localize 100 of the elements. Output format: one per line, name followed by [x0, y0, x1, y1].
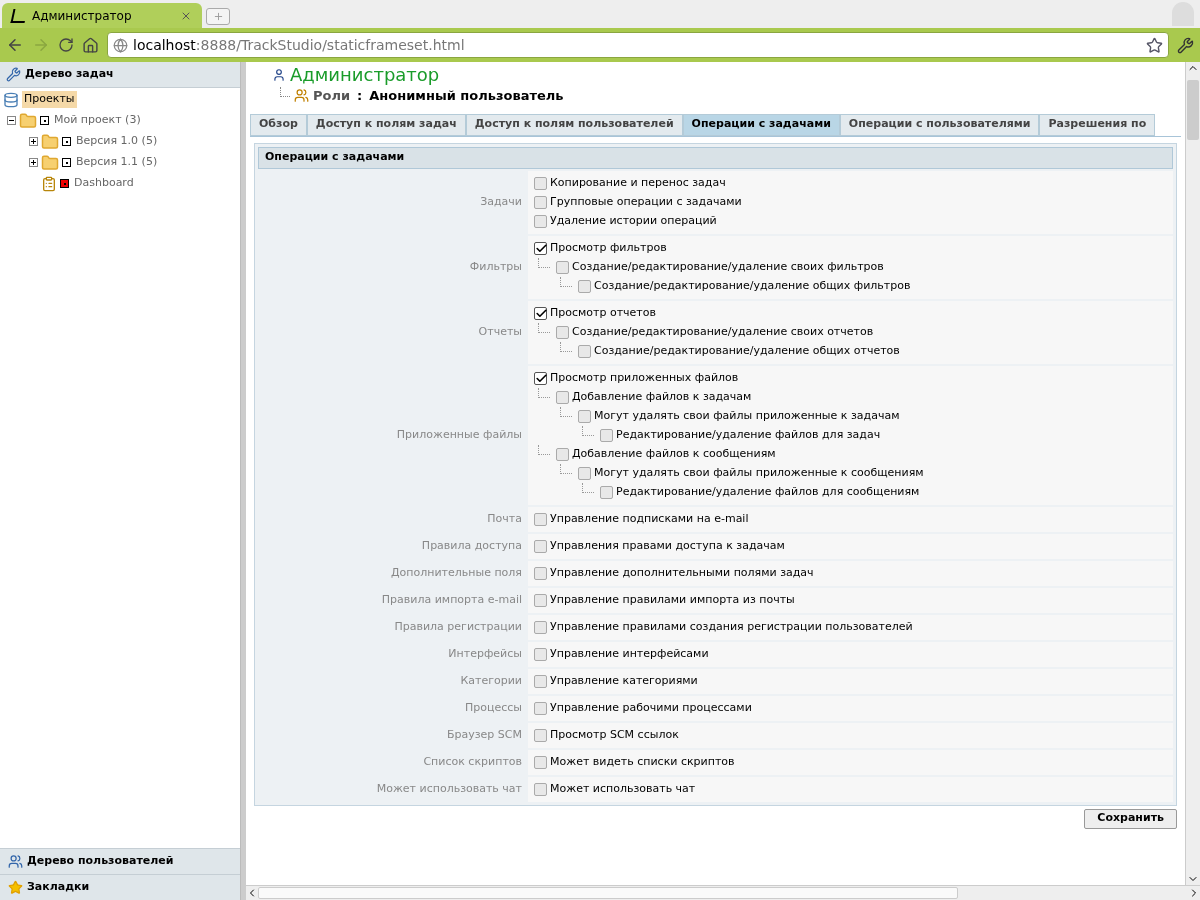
- tab[interactable]: Доступ к полям пользователей: [465, 113, 683, 136]
- checkbox[interactable]: [578, 466, 591, 480]
- back-icon[interactable]: [6, 36, 24, 54]
- checkbox[interactable]: [534, 176, 547, 190]
- group-label: Процессы: [463, 699, 523, 716]
- users-icon: [294, 88, 309, 104]
- checkbox[interactable]: [534, 512, 547, 526]
- permission-label: Управление правилами импорта из почты: [550, 591, 795, 608]
- panel-title: Закладки: [27, 879, 90, 896]
- checkbox[interactable]: [534, 593, 547, 607]
- tools-icon: [6, 67, 21, 82]
- panel-header[interactable]: Закладки: [0, 874, 240, 900]
- vertical-scrollbar[interactable]: [1185, 62, 1200, 885]
- permission-label: Удаление истории операций: [550, 212, 717, 229]
- checkbox[interactable]: [534, 371, 547, 385]
- tab[interactable]: Разрешения по: [1039, 113, 1156, 136]
- checkbox[interactable]: [578, 409, 591, 423]
- group-label: Правила импорта e-mail: [380, 591, 523, 608]
- user-icon: [272, 68, 286, 82]
- checkbox[interactable]: [534, 214, 547, 228]
- permission-label: Создание/редактирование/удаление общих фильтров: [594, 277, 911, 294]
- folder-icon: [19, 111, 37, 130]
- group-label: Категории: [459, 672, 523, 689]
- permission-label: Управление дополнительными полями задач: [550, 564, 814, 581]
- star-icon[interactable]: [1146, 36, 1163, 54]
- checkbox[interactable]: [534, 755, 547, 769]
- group-label: Фильтры: [468, 258, 523, 275]
- checkmark-icon: [535, 371, 548, 385]
- breadcrumb-separator: :: [356, 87, 364, 105]
- address-bar[interactable]: localhost:8888/TrackStudio/staticframeset.html: [107, 32, 1169, 58]
- tree-item[interactable]: Версия 1.0 (5): [74, 133, 160, 150]
- permission-label: Просмотр приложенных файлов: [550, 369, 739, 386]
- database-icon: [3, 91, 19, 108]
- new-tab-button[interactable]: [206, 8, 230, 25]
- checkbox[interactable]: [534, 539, 547, 553]
- checkbox[interactable]: [556, 325, 569, 339]
- tab[interactable]: Доступ к полям задач: [306, 113, 466, 136]
- forward-icon[interactable]: [32, 36, 50, 54]
- reload-icon[interactable]: [58, 37, 74, 53]
- scrollbar-thumb[interactable]: [1187, 80, 1199, 140]
- breadcrumb-link[interactable]: Роли: [313, 86, 351, 106]
- globe-icon: [113, 37, 128, 53]
- checkbox[interactable]: [578, 344, 591, 358]
- permission-label: Просмотр SCM ссылок: [550, 726, 679, 743]
- checkbox[interactable]: [534, 195, 547, 209]
- permission-label: Управления правами доступа к задачам: [550, 537, 785, 554]
- checkbox[interactable]: [534, 620, 547, 634]
- folder-icon: [41, 132, 59, 151]
- scrollbar-thumb[interactable]: [258, 887, 958, 899]
- permission-label: Редактирование/удаление файлов для задач: [616, 426, 881, 443]
- permission-label: Добавление файлов к сообщениям: [572, 445, 776, 462]
- permission-label: Копирование и перенос задач: [550, 174, 726, 191]
- save-button[interactable]: Сохранить: [1084, 808, 1177, 829]
- permission-label: Могут удалять свои файлы приложенные к задачам: [594, 407, 900, 424]
- checkbox[interactable]: [534, 566, 547, 580]
- checkbox[interactable]: [600, 428, 613, 442]
- tab-title: Администратор: [32, 7, 133, 25]
- panel-header[interactable]: Дерево пользователей: [0, 848, 240, 874]
- group-label: Может использовать чат: [375, 780, 523, 797]
- expand-icon[interactable]: [29, 158, 38, 167]
- home-icon[interactable]: [82, 36, 99, 54]
- permission-label: Просмотр фильтров: [550, 239, 667, 256]
- tab[interactable]: Операции с пользователями: [839, 113, 1040, 136]
- permission-label: Может использовать чат: [550, 780, 696, 797]
- expand-icon[interactable]: [29, 137, 38, 146]
- collapse-icon[interactable]: [7, 116, 16, 125]
- page-title: Администратор: [290, 64, 440, 86]
- checkbox[interactable]: [534, 306, 547, 320]
- checkbox[interactable]: [534, 647, 547, 661]
- tree-item[interactable]: Проекты: [22, 91, 77, 108]
- tree-item[interactable]: Версия 1.1 (5): [74, 154, 160, 171]
- folder-icon: [41, 153, 59, 172]
- section-header: Операции с задачами: [258, 146, 1173, 169]
- group-label: Задачи: [479, 193, 523, 210]
- permission-label: Управление правилами создания регистрации пользователей: [550, 618, 913, 635]
- checkbox[interactable]: [534, 701, 547, 715]
- settings-icon[interactable]: [1177, 36, 1194, 54]
- checkbox[interactable]: [578, 279, 591, 293]
- tree-item[interactable]: Dashboard: [72, 175, 136, 192]
- browser-tab[interactable]: Администратор: [2, 3, 202, 28]
- checkbox[interactable]: [534, 241, 547, 255]
- checkbox[interactable]: [556, 447, 569, 461]
- group-label: Браузер SCM: [445, 726, 523, 743]
- group-label: Дополнительные поля: [389, 564, 523, 581]
- checkbox[interactable]: [534, 674, 547, 688]
- checkbox[interactable]: [556, 260, 569, 274]
- checkbox[interactable]: [534, 782, 547, 796]
- url-text: localhost:8888/TrackStudio/staticframeset.html: [133, 35, 465, 55]
- permission-label: Создание/редактирование/удаление своих отчетов: [572, 323, 874, 340]
- tree-item[interactable]: Мой проект (3): [52, 112, 143, 129]
- permission-label: Управление рабочими процессами: [550, 699, 752, 716]
- tab[interactable]: Обзор: [250, 113, 307, 136]
- permission-label: Могут удалять свои файлы приложенные к сообщениям: [594, 464, 924, 481]
- group-label: Отчеты: [477, 323, 523, 340]
- tab[interactable]: Операции с задачами: [682, 113, 840, 136]
- horizontal-scrollbar[interactable]: [246, 885, 1200, 900]
- users-icon: [8, 854, 23, 869]
- checkbox[interactable]: [534, 728, 547, 742]
- checkbox[interactable]: [556, 390, 569, 404]
- checkbox[interactable]: [600, 485, 613, 499]
